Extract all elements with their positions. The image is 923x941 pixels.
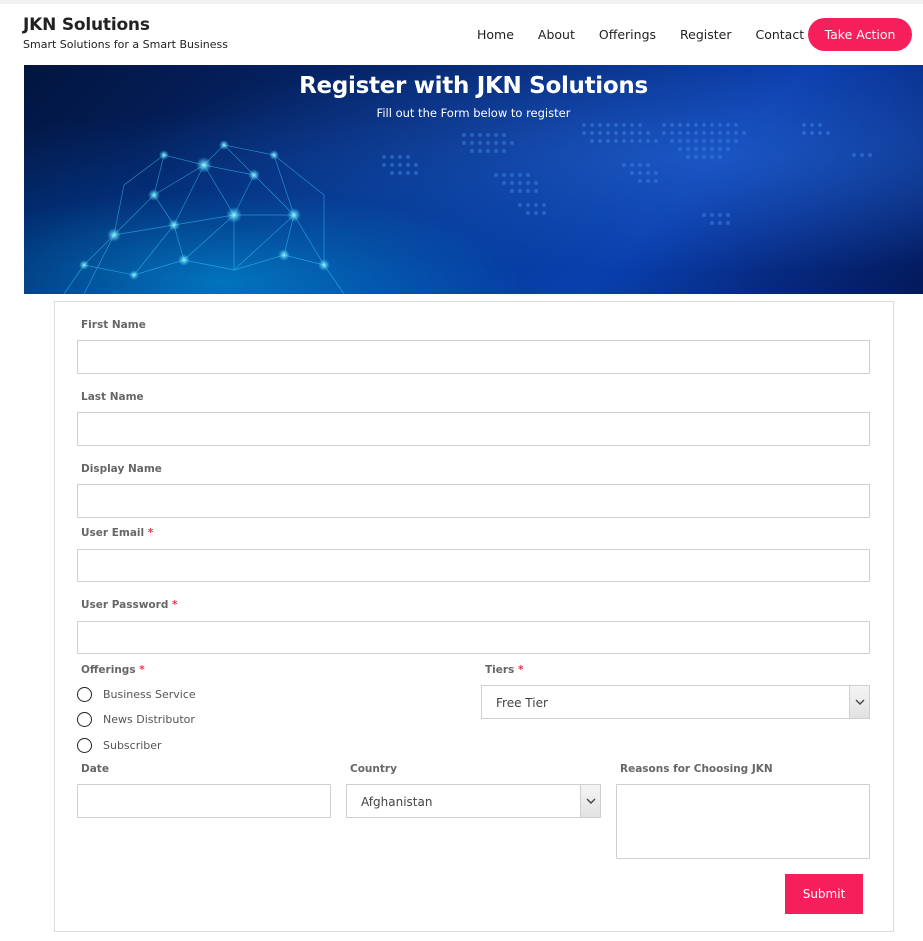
offering-option-label[interactable]: Subscriber: [103, 739, 162, 752]
chevron-down-icon[interactable]: [849, 686, 869, 718]
reasons-textarea[interactable]: [616, 784, 870, 859]
display-name-label: Display Name: [81, 463, 162, 475]
country-select[interactable]: Afghanistan: [346, 784, 601, 818]
display-name-input[interactable]: [77, 484, 870, 518]
nav-register[interactable]: Register: [680, 27, 731, 42]
page-subtitle: Fill out the Form below to register: [376, 106, 571, 120]
radio-unchecked-icon[interactable]: [77, 738, 92, 753]
date-label: Date: [81, 763, 109, 775]
first-name-input[interactable]: [77, 340, 870, 374]
required-marker: *: [139, 664, 145, 676]
site-title[interactable]: JKN Solutions: [23, 15, 228, 35]
offering-option-label[interactable]: Business Service: [103, 688, 196, 701]
date-input[interactable]: [77, 784, 331, 818]
submit-button[interactable]: Submit: [785, 874, 863, 914]
offering-option-subscriber[interactable]: Subscriber: [77, 738, 162, 753]
first-name-label: First Name: [81, 319, 146, 331]
nav-home[interactable]: Home: [477, 27, 514, 42]
site-tagline: Smart Solutions for a Smart Business: [23, 38, 228, 51]
take-action-button[interactable]: Take Action: [808, 18, 912, 51]
offering-option-label[interactable]: News Distributor: [103, 713, 195, 726]
user-password-label: User Password *: [81, 599, 178, 611]
top-border: [0, 0, 923, 4]
country-label: Country: [350, 763, 397, 775]
country-selected-value: Afghanistan: [361, 795, 433, 809]
last-name-label: Last Name: [81, 391, 144, 403]
page-title: Register with JKN Solutions: [299, 73, 648, 99]
tiers-select[interactable]: Free Tier: [481, 685, 870, 719]
reasons-label: Reasons for Choosing JKN: [620, 763, 773, 775]
last-name-input[interactable]: [77, 412, 870, 446]
brand[interactable]: JKN Solutions Smart Solutions for a Smar…: [23, 15, 228, 51]
offerings-label: Offerings *: [81, 664, 145, 676]
radio-unchecked-icon[interactable]: [77, 687, 92, 702]
tiers-label: Tiers *: [485, 664, 524, 676]
hero-banner: Register with JKN Solutions Fill out the…: [24, 65, 923, 294]
network-globe-graphic: [63, 123, 872, 294]
nav-offerings[interactable]: Offerings: [599, 27, 656, 42]
required-marker: *: [147, 527, 154, 539]
user-password-input[interactable]: [77, 621, 870, 654]
chevron-down-icon[interactable]: [580, 785, 600, 817]
offering-option-business-service[interactable]: Business Service: [77, 687, 196, 702]
user-email-label: User Email *: [81, 527, 154, 539]
main-nav: Home About Offerings Register Contact: [477, 27, 828, 42]
user-email-input[interactable]: [77, 549, 870, 582]
offering-option-news-distributor[interactable]: News Distributor: [77, 712, 195, 727]
required-marker: *: [172, 599, 178, 611]
radio-unchecked-icon[interactable]: [77, 712, 92, 727]
nav-contact[interactable]: Contact: [755, 27, 804, 42]
nav-about[interactable]: About: [538, 27, 575, 42]
required-marker: *: [517, 664, 524, 676]
tiers-selected-value: Free Tier: [496, 696, 548, 710]
